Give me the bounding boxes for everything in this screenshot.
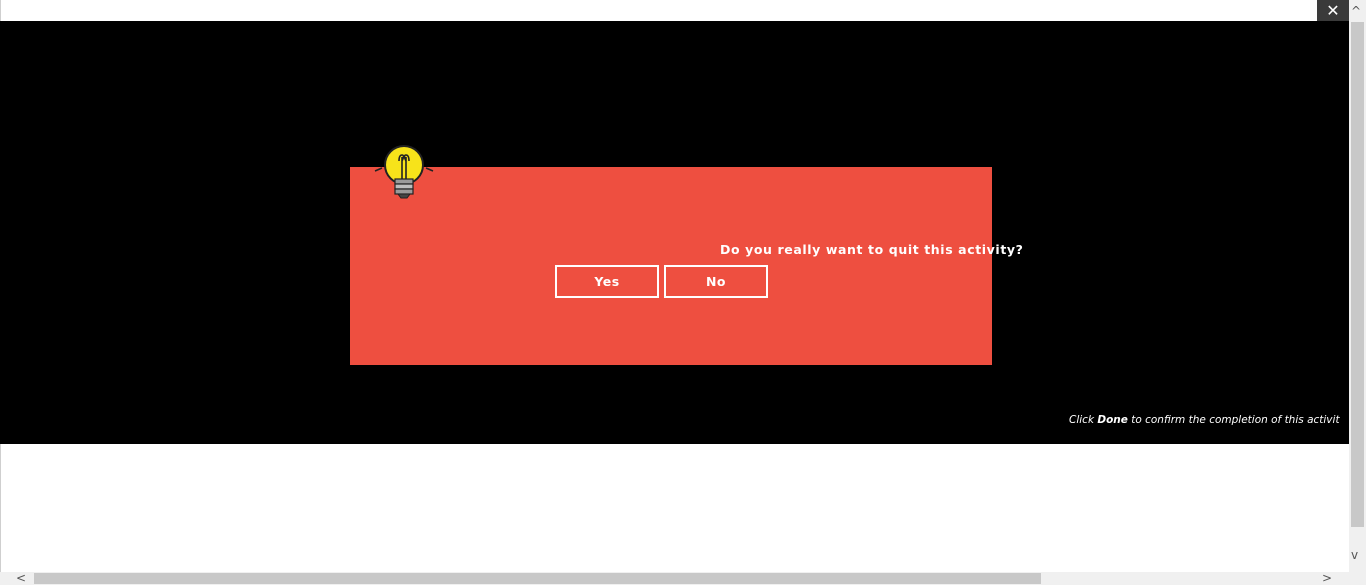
scroll-down-icon[interactable]: v	[1351, 549, 1358, 561]
scrollbar-corner	[1349, 572, 1366, 585]
lightbulb-icon	[374, 145, 434, 199]
completion-hint: Click Done to confirm the completion of …	[1069, 414, 1349, 426]
hint-prefix: Click	[1069, 414, 1098, 426]
scroll-left-icon[interactable]: <	[16, 572, 26, 584]
scroll-right-icon[interactable]: >	[1322, 572, 1332, 584]
close-icon: ✕	[1326, 1, 1340, 20]
no-button[interactable]: No	[664, 265, 768, 298]
hint-done-word: Done	[1097, 414, 1128, 426]
yes-button[interactable]: Yes	[555, 265, 659, 298]
hint-suffix: to confirm the completion of this activi…	[1127, 414, 1340, 426]
scroll-up-icon[interactable]: ^	[1351, 5, 1361, 17]
horizontal-scroll-thumb[interactable]	[34, 573, 1041, 584]
close-button[interactable]: ✕	[1317, 0, 1349, 21]
vertical-scroll-thumb[interactable]	[1351, 22, 1364, 527]
quit-question: Do you really want to quit this activity…	[720, 242, 1024, 257]
